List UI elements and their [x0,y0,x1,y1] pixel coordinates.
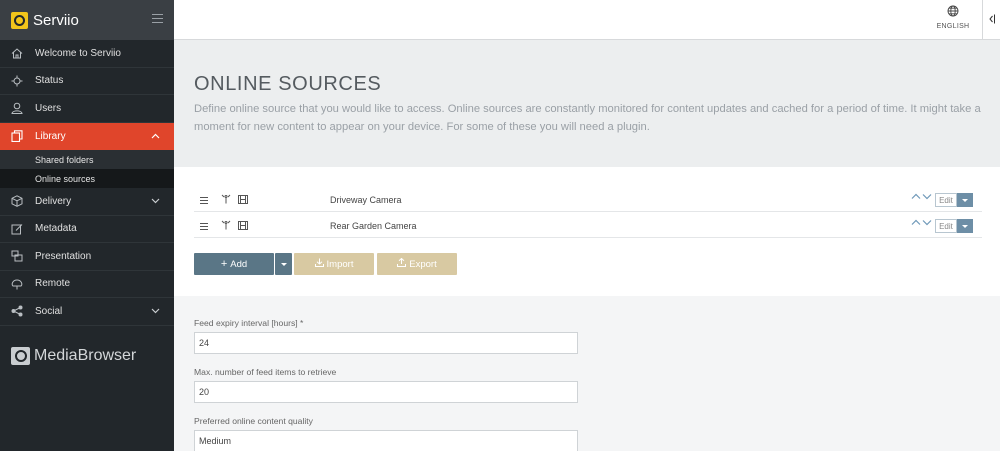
reorder-arrows [911,193,932,200]
sidebar-item-label: Delivery [35,195,72,207]
list-item: Driveway Camera Edit [194,188,982,212]
source-name: Driveway Camera [330,195,402,205]
sidebar-item-library[interactable]: Library [0,122,174,150]
serviio-logo-icon [11,11,28,29]
feed-expiry-label: Feed expiry interval [hours] * [194,318,304,328]
import-button[interactable]: Import [294,253,374,275]
collapse-left-icon [988,14,995,27]
antenna-icon [221,220,231,233]
mediabrowser-logo[interactable]: MediaBrowser [11,347,136,365]
chevron-down-icon [151,306,160,317]
status-icon [9,75,25,87]
add-source-button[interactable]: + Add [194,253,274,275]
sidebar-item-label: Remote [35,278,71,290]
sidebar-subitem-online-sources[interactable]: Online sources [0,169,174,188]
download-icon [314,258,324,270]
sidebar-item-label: Metadata [35,223,77,235]
caret-down-icon [962,224,968,228]
sidebar-item-presentation[interactable]: Presentation [0,243,174,271]
sidebar-item-label: Welcome to Serviio [35,47,121,59]
film-icon [238,195,248,207]
edit-dropdown-button[interactable] [957,193,973,207]
app-name: Serviio [33,11,79,29]
export-button[interactable]: Export [377,253,457,275]
max-feed-items-input[interactable]: 20 [194,381,578,403]
list-item: Rear Garden Camera Edit [194,214,982,238]
page-header: ONLINE SOURCES Define online source that… [174,41,1000,167]
presentation-icon [9,250,25,262]
caret-down-icon [280,262,287,266]
move-down-icon[interactable] [922,219,932,226]
globe-icon [947,5,959,20]
sidebar-item-social[interactable]: Social [0,298,174,326]
sidebar-item-remote[interactable]: Remote [0,271,174,298]
top-bar: ENGLISH [174,0,1000,40]
online-sources-list: Driveway Camera Edit Rear Garden Camera … [174,167,1000,296]
remote-icon [9,278,25,290]
menu-toggle-icon[interactable] [152,14,163,23]
antenna-icon [221,194,231,207]
edit-button[interactable]: Edit [935,193,957,207]
sidebar-item-metadata[interactable]: Metadata [0,216,174,243]
sidebar-item-users[interactable]: Users [0,95,174,123]
source-name: Rear Garden Camera [330,221,417,231]
sidebar-item-label: Presentation [35,250,92,262]
mediabrowser-logo-icon [11,347,30,365]
sidebar-item-label: Social [35,305,63,317]
content-quality-select[interactable]: Medium [194,430,578,451]
settings-form: Feed expiry interval [hours] * 24 Max. n… [174,296,1000,451]
export-button-label: Export [409,258,437,270]
collapse-panel-button[interactable] [982,0,1000,40]
max-feed-items-label: Max. number of feed items to retrieve [194,367,337,377]
move-up-icon[interactable] [911,219,921,226]
sidebar: Serviio Welcome to Serviio Status Users … [0,0,174,451]
edit-button[interactable]: Edit [935,219,957,233]
feed-expiry-input[interactable]: 24 [194,332,578,354]
mediabrowser-label: MediaBrowser [34,347,137,364]
move-up-icon[interactable] [911,193,921,200]
import-button-label: Import [326,258,354,270]
caret-down-icon [962,198,968,202]
edit-button-group: Edit [935,193,973,207]
page-description: Define online source that you would like… [194,103,981,133]
share-icon [9,305,25,317]
box-icon [9,195,25,208]
users-icon [9,102,25,115]
brand-header: Serviio [0,0,174,40]
sidebar-item-welcome[interactable]: Welcome to Serviio [0,40,174,68]
chevron-up-icon [151,131,160,142]
content-quality-label: Preferred online content quality [194,416,313,426]
upload-icon [397,257,407,270]
language-selector[interactable]: ENGLISH [933,5,973,30]
edit-dropdown-button[interactable] [957,219,973,233]
edit-icon [9,223,25,235]
edit-button-group: Edit [935,219,973,233]
add-dropdown-button[interactable] [275,253,292,275]
plus-icon: + [220,258,228,270]
sidebar-subitem-shared-folders[interactable]: Shared folders [0,150,174,169]
drag-handle-icon[interactable] [200,197,208,204]
chevron-down-icon [151,196,160,207]
sidebar-item-label: Users [35,102,62,114]
drag-handle-icon[interactable] [200,223,208,230]
film-icon [238,221,248,233]
add-button-label: Add [230,258,248,270]
sidebar-item-status[interactable]: Status [0,68,174,95]
language-label: ENGLISH [936,23,970,30]
home-icon [9,47,25,59]
library-icon [9,130,25,143]
sidebar-item-label: Library [35,130,66,142]
sidebar-item-label: Status [35,75,64,87]
reorder-arrows [911,219,932,226]
page-title: ONLINE SOURCES [194,73,382,95]
move-down-icon[interactable] [922,193,932,200]
sidebar-item-delivery[interactable]: Delivery [0,188,174,216]
